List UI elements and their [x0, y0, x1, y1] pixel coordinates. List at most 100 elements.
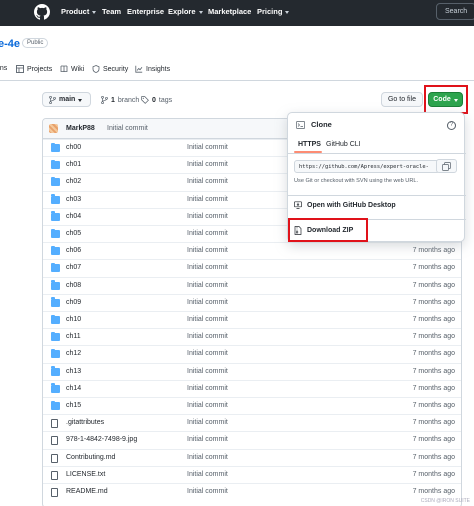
table-row[interactable]: ch14 Initial commit 7 months ago	[43, 379, 461, 397]
github-logo-icon[interactable]	[34, 4, 50, 20]
top-navigation: Product Team Enterprise Explore Marketpl…	[0, 0, 474, 26]
commit-message-link[interactable]: Initial commit	[187, 471, 228, 478]
folder-icon	[51, 228, 60, 238]
table-row[interactable]: LICENSE.txt Initial commit 7 months ago	[43, 465, 461, 483]
file-name-link[interactable]: ch04	[66, 213, 81, 220]
table-row[interactable]: ch10 Initial commit 7 months ago	[43, 311, 461, 328]
table-row[interactable]: ch11 Initial commit 7 months ago	[43, 328, 461, 345]
tab-security[interactable]: Security	[92, 65, 128, 73]
copy-button[interactable]	[436, 159, 457, 173]
branch-selector[interactable]: main	[42, 92, 91, 107]
open-desktop-item[interactable]: Open with GitHub Desktop	[294, 201, 396, 209]
branches-link[interactable]: 1 branch	[101, 96, 139, 104]
file-name-link[interactable]: ch14	[66, 385, 81, 392]
commit-message-link[interactable]: Initial commit	[187, 385, 228, 392]
table-row[interactable]: ch09 Initial commit 7 months ago	[43, 293, 461, 311]
file-name-link[interactable]: ch02	[66, 178, 81, 185]
commit-message-link[interactable]: Initial commit	[187, 316, 228, 323]
commit-message-link[interactable]: Initial commit	[187, 436, 228, 443]
file-name-link[interactable]: ch00	[66, 144, 81, 151]
search-input[interactable]: Search	[436, 3, 474, 20]
file-name-link[interactable]: LICENSE.txt	[66, 471, 105, 478]
tab-wiki[interactable]: Wiki	[60, 65, 84, 73]
commit-message-link[interactable]: Initial commit	[187, 196, 228, 203]
commit-message-link[interactable]: Initial commit	[187, 144, 228, 151]
file-name-link[interactable]: ch15	[66, 402, 81, 409]
file-name-link[interactable]: ch06	[66, 247, 81, 254]
nav-pricing[interactable]: Pricing	[257, 7, 290, 16]
commit-age: 7 months ago	[412, 333, 455, 341]
table-row[interactable]: ch15 Initial commit 7 months ago	[43, 397, 461, 414]
tab-pull-requests[interactable]: ons	[0, 65, 7, 72]
table-row[interactable]: ch12 Initial commit 7 months ago	[43, 345, 461, 362]
commit-age: 7 months ago	[412, 350, 455, 358]
clone-url-field[interactable]: https://github.com/Apress/expert-oracle-	[294, 160, 440, 173]
commit-age: 7 months ago	[412, 367, 455, 375]
file-name-link[interactable]: ch10	[66, 316, 81, 323]
go-to-file-button[interactable]: Go to file	[381, 92, 423, 107]
table-row[interactable]: ch08 Initial commit 7 months ago	[43, 276, 461, 294]
file-name-link[interactable]: ch03	[66, 196, 81, 203]
table-row[interactable]: .gitattributes Initial commit 7 months ago	[43, 414, 461, 431]
chevron-down-icon	[92, 10, 97, 14]
tab-https[interactable]: HTTPS	[298, 141, 321, 148]
table-row[interactable]: 978-1-4842-7498-9.jpg Initial commit 7 mon…	[43, 431, 461, 448]
commit-message-link[interactable]: Initial commit	[187, 230, 228, 237]
file-name-link[interactable]: ch07	[66, 264, 81, 271]
commit-message-link[interactable]: Initial commit	[187, 213, 228, 220]
file-name-link[interactable]: ch05	[66, 230, 81, 237]
commit-message-link[interactable]: Initial commit	[187, 247, 228, 254]
file-name-link[interactable]: ch08	[66, 282, 81, 289]
git-branch-icon	[101, 96, 108, 104]
file-name-link[interactable]: ch13	[66, 368, 81, 375]
commit-message-link[interactable]: Initial commit	[187, 264, 228, 271]
commit-message[interactable]: Initial commit	[107, 125, 148, 132]
nav-product[interactable]: Product	[61, 7, 97, 16]
commit-age: 7 months ago	[412, 264, 455, 272]
table-row[interactable]: README.md Initial commit 7 months ago	[43, 483, 461, 500]
tab-projects[interactable]: Projects	[16, 65, 52, 73]
commit-message-link[interactable]: Initial commit	[187, 454, 228, 461]
table-row[interactable]: Contributing.md Initial commit 7 months ag…	[43, 448, 461, 466]
commit-message-link[interactable]: Initial commit	[187, 419, 228, 426]
commit-message-link[interactable]: Initial commit	[187, 299, 228, 306]
file-name-link[interactable]: .gitattributes	[66, 419, 104, 426]
folder-icon	[51, 331, 60, 342]
file-name-link[interactable]: ch09	[66, 299, 81, 306]
nav-explore[interactable]: Explore	[168, 7, 203, 16]
tab-insights[interactable]: Insights	[135, 65, 170, 73]
nav-marketplace[interactable]: Marketplace	[208, 7, 251, 16]
commit-message-link[interactable]: Initial commit	[187, 282, 228, 289]
file-name-link[interactable]: ch01	[66, 161, 81, 168]
tab-github-cli[interactable]: GitHub CLI	[326, 141, 361, 148]
file-name-link[interactable]: ch11	[66, 333, 81, 340]
folder-icon	[51, 194, 60, 204]
commit-message-link[interactable]: Initial commit	[187, 161, 228, 168]
commit-message-link[interactable]: Initial commit	[187, 488, 228, 495]
avatar[interactable]	[49, 124, 58, 133]
chevron-down-icon	[78, 98, 83, 102]
file-name-link[interactable]: README.md	[66, 488, 108, 495]
nav-team[interactable]: Team	[102, 7, 121, 16]
table-row[interactable]: ch06 Initial commit 7 months ago	[43, 242, 461, 259]
commit-message-link[interactable]: Initial commit	[187, 333, 228, 340]
table-row[interactable]: ch13 Initial commit 7 months ago	[43, 362, 461, 380]
commit-message-link[interactable]: Initial commit	[187, 350, 228, 357]
commit-message-link[interactable]: Initial commit	[187, 368, 228, 375]
file-name-link[interactable]: ch12	[66, 350, 81, 357]
commit-age: 7 months ago	[412, 419, 455, 427]
commit-author[interactable]: MarkP88	[66, 125, 95, 132]
nav-enterprise[interactable]: Enterprise	[127, 7, 164, 16]
clone-hint: Use Git or checkout with SVN using the w…	[294, 178, 419, 184]
commit-message-link[interactable]: Initial commit	[187, 402, 228, 409]
file-name-link[interactable]: Contributing.md	[66, 454, 115, 461]
copy-icon	[442, 162, 451, 171]
commit-message-link[interactable]: Initial commit	[187, 178, 228, 185]
tags-link[interactable]: 0 tags	[141, 96, 172, 104]
table-row[interactable]: ch07 Initial commit 7 months ago	[43, 259, 461, 276]
help-icon[interactable]: ?	[447, 121, 456, 130]
clone-header: Clone	[296, 120, 332, 129]
repo-name[interactable]: e-4e	[0, 38, 20, 50]
tag-icon	[141, 96, 149, 104]
file-name-link[interactable]: 978-1-4842-7498-9.jpg	[66, 436, 137, 443]
